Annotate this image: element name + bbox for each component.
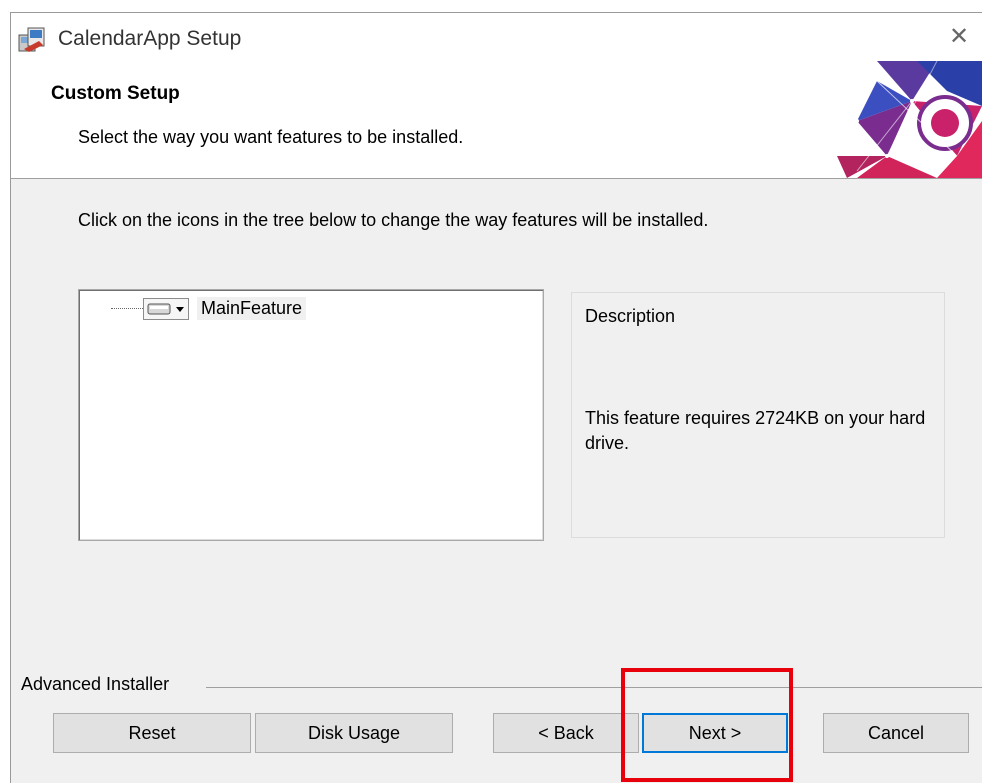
page-subtitle: Select the way you want features to be i… — [78, 127, 464, 147]
tree-item-mainfeature[interactable]: MainFeature — [79, 296, 543, 322]
footer-divider — [206, 687, 982, 688]
installer-brand-label: Advanced Installer — [21, 674, 182, 695]
background-window-strip — [0, 0, 982, 12]
next-button[interactable]: Next > — [642, 713, 788, 753]
close-icon: ✕ — [948, 23, 970, 50]
close-button[interactable]: ✕ — [944, 23, 974, 53]
window-title: CalendarApp Setup — [58, 27, 242, 50]
description-text: This feature requires 2724KB on your har… — [585, 408, 926, 453]
feature-state-dropdown-icon — [147, 303, 184, 315]
back-button[interactable]: < Back — [493, 713, 639, 753]
reset-button[interactable]: Reset — [53, 713, 251, 753]
banner-graphic-icon — [837, 61, 982, 178]
description-title: Description — [585, 306, 676, 326]
setup-dialog: CalendarApp Setup ✕ Custom Setup Select … — [10, 12, 982, 783]
instructions-text: Click on the icons in the tree below to … — [78, 210, 709, 230]
title-bar[interactable]: CalendarApp Setup ✕ — [11, 13, 982, 61]
feature-tree[interactable]: MainFeature — [78, 289, 544, 541]
tree-item-label[interactable]: MainFeature — [197, 297, 307, 320]
page-title: Custom Setup — [51, 83, 180, 104]
drive-icon[interactable] — [143, 298, 189, 320]
header-banner: Custom Setup Select the way you want fea… — [11, 61, 982, 179]
description-panel: Description This feature requires 2724KB… — [571, 292, 945, 538]
disk-usage-button[interactable]: Disk Usage — [255, 713, 453, 753]
cancel-button[interactable]: Cancel — [823, 713, 969, 753]
tree-connector — [111, 308, 143, 309]
installer-app-icon — [18, 27, 45, 52]
